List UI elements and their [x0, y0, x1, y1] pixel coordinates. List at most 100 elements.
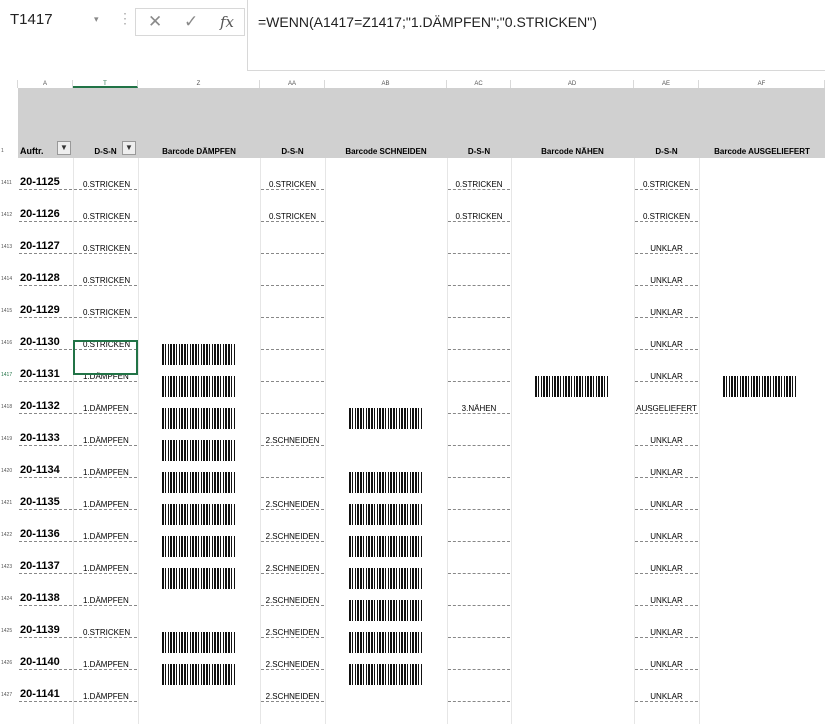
order-number[interactable]: 20-1128	[20, 272, 60, 284]
row-number[interactable]: 1426	[0, 660, 18, 666]
order-number[interactable]: 20-1130	[20, 336, 60, 348]
filter-dropdown-icon[interactable]: ▼	[57, 141, 71, 155]
status-cell-aa[interactable]: 2.SCHNEIDEN	[260, 692, 325, 701]
column-header-a[interactable]: A	[18, 80, 73, 88]
row-number[interactable]: 1418	[0, 404, 18, 410]
status-cell-t[interactable]: 0.STRICKEN	[83, 212, 148, 221]
status-cell-t[interactable]: 0.STRICKEN	[83, 244, 148, 253]
status-cell-ae[interactable]: AUSGELIEFERT	[634, 404, 699, 413]
row-number[interactable]: 1417	[0, 372, 18, 378]
order-number[interactable]: 20-1136	[20, 528, 60, 540]
row-number[interactable]: 1411	[0, 180, 18, 186]
select-all-corner[interactable]	[0, 80, 18, 88]
order-number[interactable]: 20-1127	[20, 240, 60, 252]
order-number[interactable]: 20-1141	[20, 688, 60, 700]
status-cell-aa[interactable]: 2.SCHNEIDEN	[260, 500, 325, 509]
status-cell-ae[interactable]: 0.STRICKEN	[634, 212, 699, 221]
status-cell-t[interactable]: 1.DÄMPFEN	[83, 692, 148, 701]
enter-icon[interactable]: ✓	[184, 12, 198, 32]
chevron-down-icon[interactable]: ▾	[94, 14, 99, 25]
row-number[interactable]: 1415	[0, 308, 18, 314]
row-number[interactable]: 1414	[0, 276, 18, 282]
status-cell-ae[interactable]: UNKLAR	[634, 660, 699, 669]
status-cell-aa[interactable]: 0.STRICKEN	[260, 180, 325, 189]
column-header-t[interactable]: T	[73, 80, 138, 88]
status-cell-t[interactable]: 1.DÄMPFEN	[83, 404, 148, 413]
order-number[interactable]: 20-1125	[20, 176, 60, 188]
status-cell-ac[interactable]: 3.NÄHEN	[447, 404, 511, 413]
column-header-ac[interactable]: AC	[447, 80, 511, 88]
status-cell-aa[interactable]: 2.SCHNEIDEN	[260, 660, 325, 669]
status-cell-ae[interactable]: UNKLAR	[634, 308, 699, 317]
status-cell-ac[interactable]: 0.STRICKEN	[447, 180, 511, 189]
row-number[interactable]: 1421	[0, 500, 18, 506]
order-number[interactable]: 20-1134	[20, 464, 60, 476]
cancel-icon[interactable]: ✕	[148, 12, 162, 32]
column-header-aa[interactable]: AA	[260, 80, 325, 88]
status-cell-aa[interactable]: 2.SCHNEIDEN	[260, 596, 325, 605]
row-number[interactable]: 1425	[0, 628, 18, 634]
order-number[interactable]: 20-1138	[20, 592, 60, 604]
status-cell-ae[interactable]: UNKLAR	[634, 372, 699, 381]
status-cell-t[interactable]: 0.STRICKEN	[83, 628, 148, 637]
status-cell-ae[interactable]: UNKLAR	[634, 436, 699, 445]
selected-cell-t1417[interactable]	[73, 340, 138, 375]
status-cell-t[interactable]: 0.STRICKEN	[83, 180, 148, 189]
status-cell-t[interactable]: 1.DÄMPFEN	[83, 564, 148, 573]
filter-dropdown-icon[interactable]: ▼	[122, 141, 136, 155]
status-cell-ae[interactable]: UNKLAR	[634, 628, 699, 637]
order-number[interactable]: 20-1129	[20, 304, 60, 316]
column-header-af[interactable]: AF	[699, 80, 825, 88]
order-number[interactable]: 20-1137	[20, 560, 60, 572]
formula-text[interactable]: =WENN(A1417=Z1417;"1.DÄMPFEN";"0.STRICKE…	[258, 14, 597, 30]
status-cell-t[interactable]: 1.DÄMPFEN	[83, 660, 148, 669]
row-number-header[interactable]: 1	[0, 148, 18, 154]
status-cell-ae[interactable]: UNKLAR	[634, 564, 699, 573]
status-cell-t[interactable]: 1.DÄMPFEN	[83, 436, 148, 445]
order-number[interactable]: 20-1131	[20, 368, 60, 380]
status-cell-ae[interactable]: UNKLAR	[634, 692, 699, 701]
formula-input[interactable]: =WENN(A1417=Z1417;"1.DÄMPFEN";"0.STRICKE…	[247, 0, 825, 71]
row-number[interactable]: 1422	[0, 532, 18, 538]
order-number[interactable]: 20-1132	[20, 400, 60, 412]
order-number[interactable]: 20-1140	[20, 656, 60, 668]
status-cell-ae[interactable]: UNKLAR	[634, 276, 699, 285]
status-cell-ae[interactable]: UNKLAR	[634, 532, 699, 541]
column-header-ab[interactable]: AB	[325, 80, 447, 88]
row-number[interactable]: 1427	[0, 692, 18, 698]
insert-function-icon[interactable]: fx	[220, 13, 234, 31]
status-cell-aa[interactable]: 2.SCHNEIDEN	[260, 564, 325, 573]
status-cell-ae[interactable]: UNKLAR	[634, 500, 699, 509]
row-number[interactable]: 1413	[0, 244, 18, 250]
order-number[interactable]: 20-1135	[20, 496, 60, 508]
row-number[interactable]: 1416	[0, 340, 18, 346]
status-cell-aa[interactable]: 0.STRICKEN	[260, 212, 325, 221]
status-cell-t[interactable]: 1.DÄMPFEN	[83, 468, 148, 477]
order-number[interactable]: 20-1126	[20, 208, 60, 220]
status-cell-ae[interactable]: UNKLAR	[634, 468, 699, 477]
order-number[interactable]: 20-1133	[20, 432, 60, 444]
status-cell-t[interactable]: 1.DÄMPFEN	[83, 596, 148, 605]
status-cell-aa[interactable]: 2.SCHNEIDEN	[260, 436, 325, 445]
status-cell-ac[interactable]: 0.STRICKEN	[447, 212, 511, 221]
order-number[interactable]: 20-1139	[20, 624, 60, 636]
status-cell-aa[interactable]: 2.SCHNEIDEN	[260, 628, 325, 637]
status-cell-ae[interactable]: UNKLAR	[634, 596, 699, 605]
status-cell-t[interactable]: 1.DÄMPFEN	[83, 500, 148, 509]
row-number[interactable]: 1424	[0, 596, 18, 602]
status-cell-ae[interactable]: UNKLAR	[634, 244, 699, 253]
more-options-icon[interactable]: ⋮	[118, 10, 132, 27]
status-cell-t[interactable]: 0.STRICKEN	[83, 308, 148, 317]
status-cell-ae[interactable]: 0.STRICKEN	[634, 180, 699, 189]
row-number[interactable]: 1412	[0, 212, 18, 218]
row-number[interactable]: 1420	[0, 468, 18, 474]
column-header-z[interactable]: Z	[138, 80, 260, 88]
status-cell-ae[interactable]: UNKLAR	[634, 340, 699, 349]
column-header-ae[interactable]: AE	[634, 80, 699, 88]
row-number[interactable]: 1423	[0, 564, 18, 570]
status-cell-t[interactable]: 1.DÄMPFEN	[83, 532, 148, 541]
name-box-value[interactable]: T1417	[10, 11, 53, 28]
status-cell-t[interactable]: 0.STRICKEN	[83, 276, 148, 285]
column-header-ad[interactable]: AD	[511, 80, 634, 88]
status-cell-aa[interactable]: 2.SCHNEIDEN	[260, 532, 325, 541]
